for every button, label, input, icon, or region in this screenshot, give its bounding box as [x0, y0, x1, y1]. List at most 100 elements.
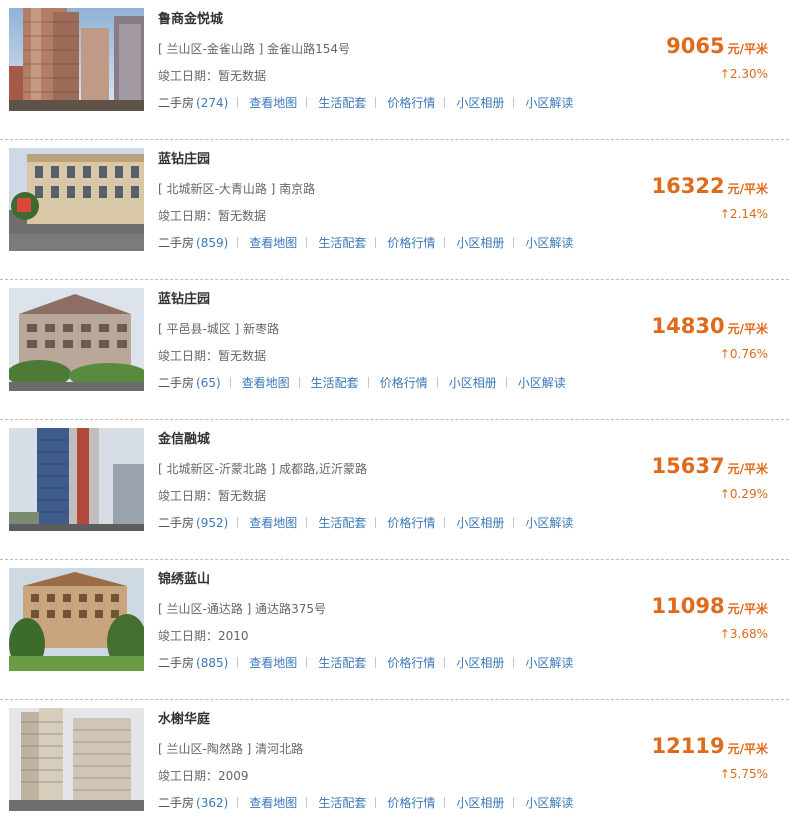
secondhand-label[interactable]: 二手房 [158, 794, 194, 811]
price-value: 9065 [666, 34, 725, 58]
amenities-link[interactable]: 生活配套 [311, 374, 359, 391]
list-item: 锦绣蓝山 [ 兰山区-通达路 ] 通达路375号 竣工日期：2010 二手房 (… [0, 560, 789, 700]
photo-album-link[interactable]: 小区相册 [456, 94, 504, 111]
secondhand-label[interactable]: 二手房 [158, 234, 194, 251]
completion-date: 竣工日期：2010 [158, 629, 249, 643]
amenities-link[interactable]: 生活配套 [318, 514, 366, 531]
secondhand-label[interactable]: 二手房 [158, 654, 194, 671]
community-review-link[interactable]: 小区解读 [525, 654, 573, 671]
community-photo[interactable] [9, 428, 144, 531]
apartment-photo-icon [9, 288, 144, 391]
price-unit: 元/平米 [727, 602, 768, 616]
link-divider [375, 517, 377, 528]
price-change: ↑3.68% [720, 627, 768, 641]
link-divider [513, 517, 515, 528]
price-change: ↑0.29% [720, 487, 768, 501]
community-photo[interactable] [9, 148, 144, 251]
list-item: 蓝钻庄园 [ 北城新区-大青山路 ] 南京路 竣工日期：暂无数据 二手房 (85… [0, 140, 789, 280]
price-change: ↑2.14% [720, 207, 768, 221]
photo-album-link[interactable]: 小区相册 [456, 654, 504, 671]
secondhand-count[interactable]: (952) [196, 516, 228, 530]
secondhand-count[interactable]: (859) [196, 236, 228, 250]
price-unit: 元/平米 [727, 322, 768, 336]
photo-album-link[interactable]: 小区相册 [456, 794, 504, 811]
unit-price: 12119 元/平米 [652, 734, 768, 758]
price-trend-link[interactable]: 价格行情 [387, 794, 435, 811]
unit-price: 11098 元/平米 [652, 594, 768, 618]
secondhand-count[interactable]: (274) [196, 96, 228, 110]
community-address: [ 北城新区-沂蒙北路 ] 成都路,近沂蒙路 [158, 462, 367, 476]
community-review-link[interactable]: 小区解读 [525, 794, 573, 811]
view-map-link[interactable]: 查看地图 [249, 794, 297, 811]
completion-date: 竣工日期：暂无数据 [158, 209, 267, 223]
photo-album-link[interactable]: 小区相册 [456, 234, 504, 251]
list-item: 蓝钻庄园 [ 平邑县-城区 ] 新枣路 竣工日期：暂无数据 二手房 (65) 查… [0, 280, 789, 420]
link-divider [298, 377, 300, 388]
community-name[interactable]: 鲁商金悦城 [158, 8, 223, 27]
link-divider [237, 237, 239, 248]
price-change: ↑0.76% [720, 347, 768, 361]
unit-price: 15637 元/平米 [652, 454, 768, 478]
community-address: [ 平邑县-城区 ] 新枣路 [158, 322, 280, 336]
community-review-link[interactable]: 小区解读 [525, 94, 573, 111]
community-photo[interactable] [9, 568, 144, 671]
view-map-link[interactable]: 查看地图 [249, 654, 297, 671]
price-trend-link[interactable]: 价格行情 [387, 234, 435, 251]
community-links: 二手房 (65) 查看地图 生活配套 价格行情 小区相册 小区解读 [158, 374, 566, 391]
list-item: 金信融城 [ 北城新区-沂蒙北路 ] 成都路,近沂蒙路 竣工日期：暂无数据 二手… [0, 420, 789, 560]
link-divider [237, 657, 239, 668]
community-photo[interactable] [9, 708, 144, 811]
link-divider [375, 97, 377, 108]
price-change: ↑2.30% [720, 67, 768, 81]
community-name[interactable]: 锦绣蓝山 [158, 568, 210, 587]
link-divider [444, 97, 446, 108]
view-map-link[interactable]: 查看地图 [249, 94, 297, 111]
view-map-link[interactable]: 查看地图 [249, 234, 297, 251]
community-photo[interactable] [9, 288, 144, 391]
community-name[interactable]: 蓝钻庄园 [158, 288, 210, 307]
secondhand-count[interactable]: (885) [196, 656, 228, 670]
change-percent: 3.68% [729, 627, 768, 641]
price-trend-link[interactable]: 价格行情 [387, 94, 435, 111]
amenities-link[interactable]: 生活配套 [318, 654, 366, 671]
link-divider [513, 797, 515, 808]
unit-price: 14830 元/平米 [652, 314, 768, 338]
photo-album-link[interactable]: 小区相册 [456, 514, 504, 531]
completion-date: 竣工日期：暂无数据 [158, 489, 267, 503]
secondhand-label[interactable]: 二手房 [158, 514, 194, 531]
price-unit: 元/平米 [727, 742, 768, 756]
community-review-link[interactable]: 小区解读 [525, 514, 573, 531]
price-trend-link[interactable]: 价格行情 [380, 374, 428, 391]
amenities-link[interactable]: 生活配套 [318, 234, 366, 251]
community-name[interactable]: 蓝钻庄园 [158, 148, 210, 167]
list-item: 鲁商金悦城 [ 兰山区-金雀山路 ] 金雀山路154号 竣工日期：暂无数据 二手… [0, 0, 789, 140]
view-map-link[interactable]: 查看地图 [242, 374, 290, 391]
link-divider [513, 237, 515, 248]
price-trend-link[interactable]: 价格行情 [387, 654, 435, 671]
amenities-link[interactable]: 生活配套 [318, 794, 366, 811]
arrow-up-icon: ↑ [719, 207, 730, 221]
link-divider [306, 237, 308, 248]
community-photo[interactable] [9, 8, 144, 111]
secondhand-count[interactable]: (362) [196, 796, 228, 810]
view-map-link[interactable]: 查看地图 [249, 514, 297, 531]
list-item: 水榭华庭 [ 兰山区-陶然路 ] 清河北路 竣工日期：2009 二手房 (362… [0, 700, 789, 840]
link-divider [237, 517, 239, 528]
completion-date: 竣工日期：暂无数据 [158, 349, 267, 363]
completion-date: 竣工日期：暂无数据 [158, 69, 267, 83]
secondhand-count[interactable]: (65) [196, 376, 221, 390]
community-name[interactable]: 水榭华庭 [158, 708, 210, 727]
change-percent: 2.14% [729, 207, 768, 221]
community-review-link[interactable]: 小区解读 [518, 374, 566, 391]
highrise-photo-icon [9, 428, 144, 531]
community-name[interactable]: 金信融城 [158, 428, 210, 447]
link-divider [444, 237, 446, 248]
price-value: 14830 [651, 314, 725, 338]
link-divider [436, 377, 438, 388]
secondhand-label[interactable]: 二手房 [158, 94, 194, 111]
community-review-link[interactable]: 小区解读 [525, 234, 573, 251]
photo-album-link[interactable]: 小区相册 [449, 374, 497, 391]
secondhand-label[interactable]: 二手房 [158, 374, 194, 391]
price-trend-link[interactable]: 价格行情 [387, 514, 435, 531]
amenities-link[interactable]: 生活配套 [318, 94, 366, 111]
